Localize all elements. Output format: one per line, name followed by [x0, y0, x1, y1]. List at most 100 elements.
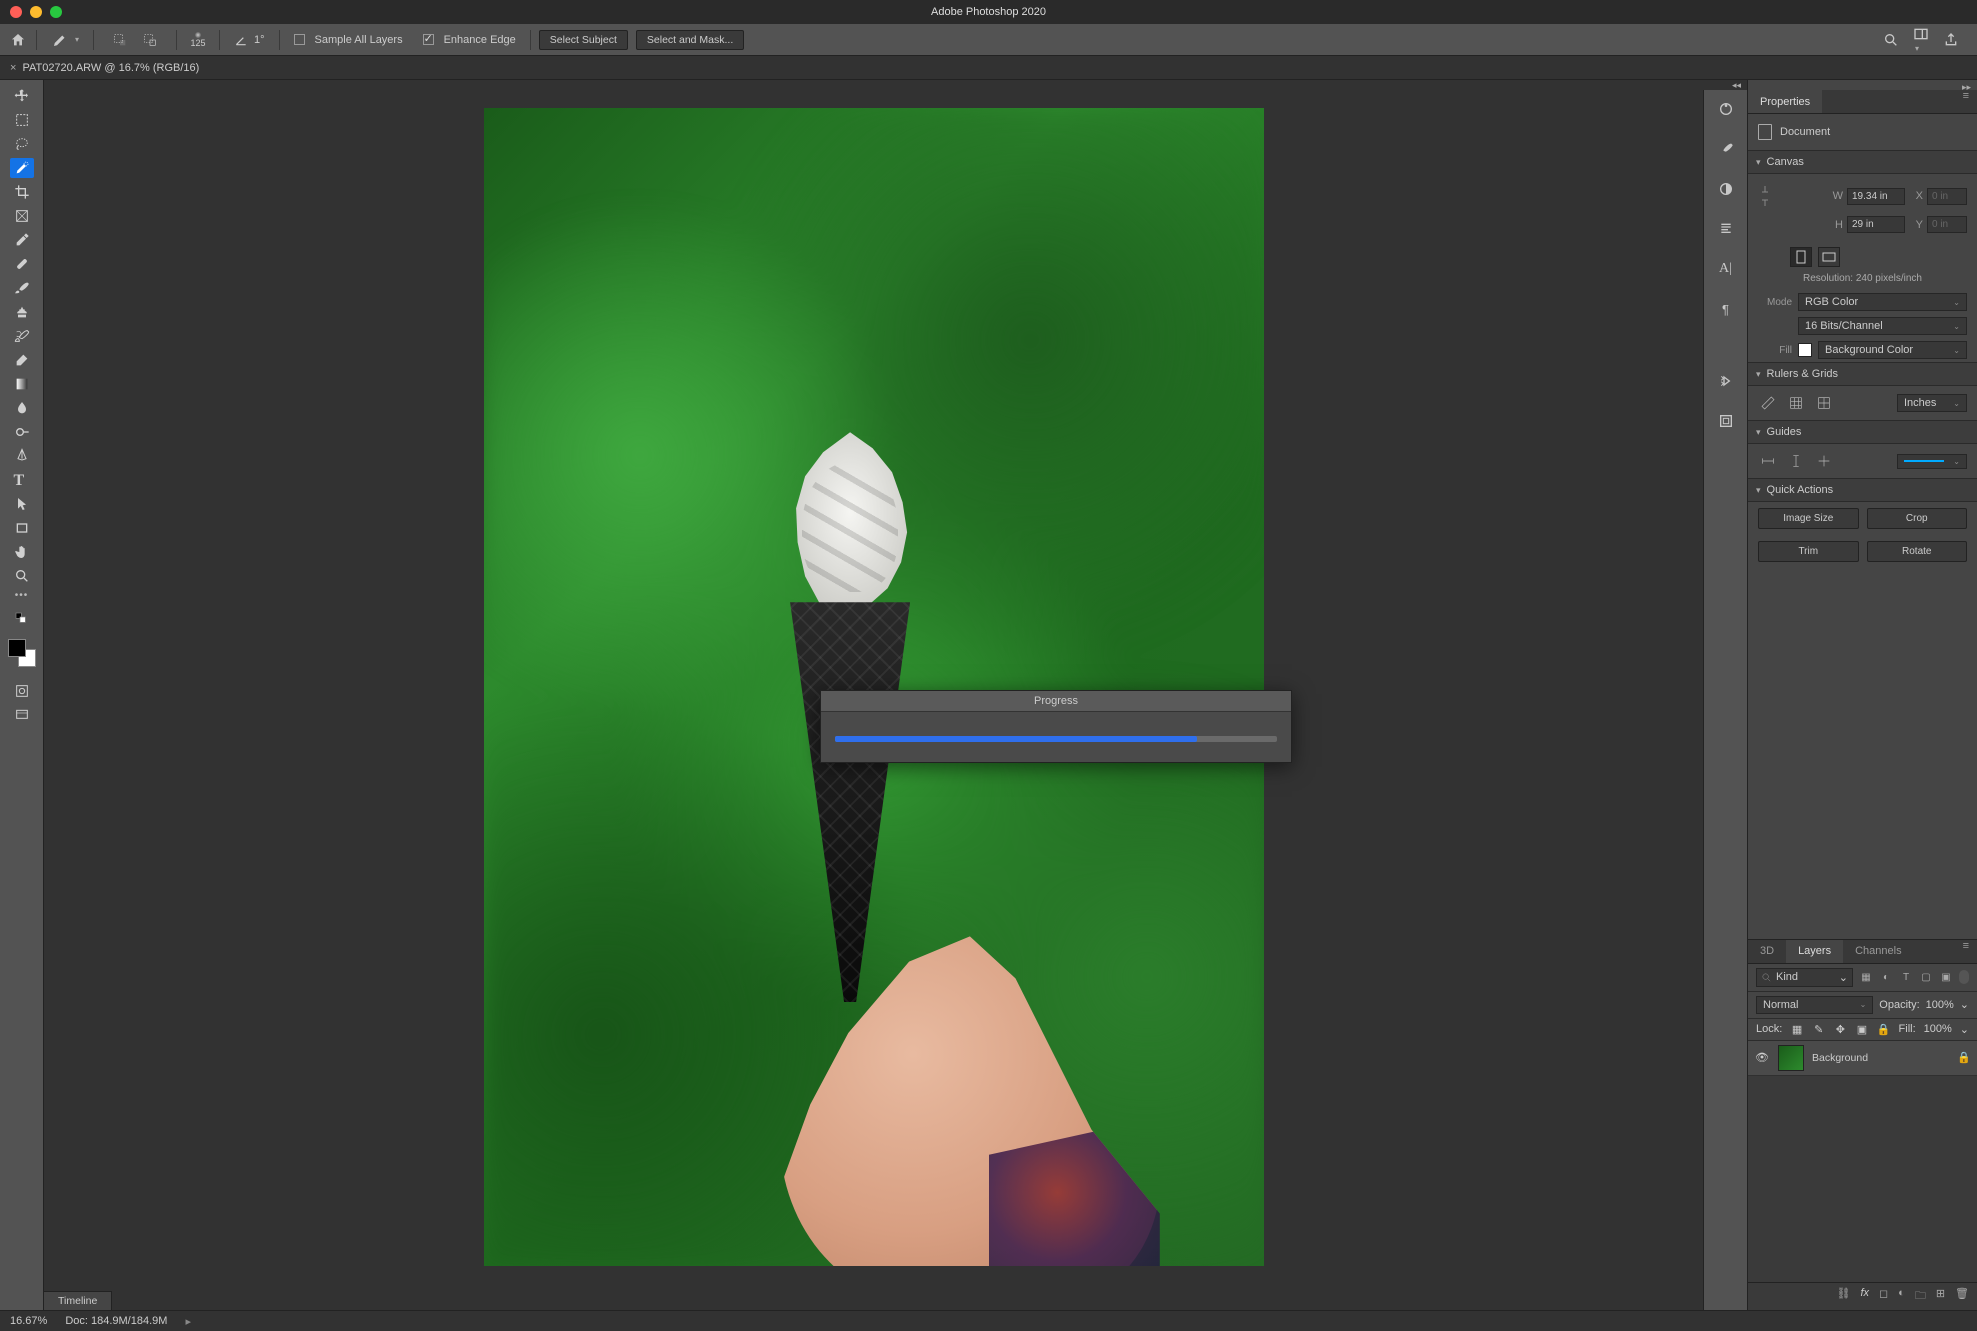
rulers-section-header[interactable]: ▾Rulers & Grids	[1748, 362, 1977, 386]
crop-tool[interactable]	[10, 182, 34, 202]
filter-adjustment-icon[interactable]: ◐	[1879, 970, 1893, 984]
group-icon[interactable]: 🗀	[1915, 1287, 1926, 1306]
ruler-units-dropdown[interactable]: Inches⌄	[1897, 394, 1967, 412]
edit-toolbar-button[interactable]: •••	[15, 590, 29, 601]
sample-all-layers-checkbox[interactable]: Sample All Layers	[288, 34, 409, 46]
filter-toggle[interactable]	[1959, 970, 1969, 984]
blend-mode-dropdown[interactable]: Normal⌄	[1756, 996, 1873, 1014]
width-input[interactable]	[1847, 188, 1905, 205]
delete-layer-icon[interactable]: 🗑	[1955, 1287, 1969, 1306]
guide-both-icon[interactable]	[1814, 452, 1834, 470]
document-tab[interactable]: × PAT02720.ARW @ 16.7% (RGB/16)	[0, 56, 209, 79]
rectangle-tool[interactable]	[10, 518, 34, 538]
select-subject-button[interactable]: Select Subject	[539, 30, 628, 50]
doc-info-arrow-icon[interactable]: ▸	[185, 1315, 191, 1328]
guides-section-header[interactable]: ▾Guides	[1748, 420, 1977, 444]
brush-preset-picker[interactable]: 125	[185, 27, 211, 53]
lock-position-icon[interactable]: ✎	[1812, 1023, 1826, 1036]
layer-filter-kind[interactable]: Kind ⌄	[1756, 968, 1853, 987]
filter-pixel-icon[interactable]: ▦	[1859, 970, 1873, 984]
image-size-button[interactable]: Image Size	[1758, 508, 1859, 529]
canvas-area[interactable]: Progress	[44, 80, 1703, 1310]
search-button[interactable]	[1883, 32, 1899, 48]
adjustment-layer-icon[interactable]: ◐	[1898, 1287, 1905, 1306]
history-brush-tool[interactable]	[10, 326, 34, 346]
lock-move-icon[interactable]: ✥	[1834, 1023, 1848, 1036]
y-input[interactable]	[1927, 216, 1967, 233]
filter-smart-icon[interactable]: ▣	[1939, 970, 1953, 984]
guide-v-icon[interactable]	[1786, 452, 1806, 470]
color-mode-dropdown[interactable]: RGB Color⌄	[1798, 293, 1967, 311]
actions-panel-icon[interactable]	[1715, 370, 1737, 392]
landscape-orientation-button[interactable]	[1818, 247, 1840, 267]
eraser-tool[interactable]	[10, 350, 34, 370]
screen-mode-toggle[interactable]	[10, 705, 34, 725]
layer-thumbnail[interactable]	[1778, 1045, 1804, 1071]
lock-pixels-icon[interactable]: ▦	[1790, 1023, 1804, 1036]
zoom-level[interactable]: 16.67%	[10, 1315, 47, 1327]
layers-panel-menu-icon[interactable]: ≡	[1955, 940, 1977, 963]
character-panel-icon[interactable]: A|	[1715, 258, 1737, 280]
guide-color-dropdown[interactable]: ⌄	[1897, 454, 1967, 469]
blur-tool[interactable]	[10, 398, 34, 418]
close-tab-icon[interactable]: ×	[10, 62, 16, 74]
link-dimensions-icon[interactable]	[1758, 182, 1772, 210]
visibility-toggle-icon[interactable]: 👁	[1754, 1051, 1770, 1064]
filter-shape-icon[interactable]: ▢	[1919, 970, 1933, 984]
lock-all-icon[interactable]: 🔒	[1877, 1023, 1891, 1036]
clone-stamp-tool[interactable]	[10, 302, 34, 322]
timeline-panel-tab[interactable]: Timeline	[44, 1291, 112, 1310]
share-button[interactable]	[1943, 32, 1959, 48]
dock-collapse-arrows[interactable]: ◂◂	[1703, 80, 1747, 90]
quick-selection-tool[interactable]	[10, 158, 34, 178]
gradient-tool[interactable]	[10, 374, 34, 394]
default-colors-icon[interactable]	[10, 609, 34, 629]
home-button[interactable]	[8, 30, 28, 50]
bit-depth-dropdown[interactable]: 16 Bits/Channel⌄	[1798, 317, 1967, 335]
glyphs-panel-icon[interactable]: ¶	[1715, 298, 1737, 320]
x-input[interactable]	[1927, 188, 1967, 205]
tool-preset-picker[interactable]: ▾	[45, 31, 85, 49]
panel-menu-icon[interactable]: ≡	[1955, 90, 1977, 113]
guide-h-icon[interactable]	[1758, 452, 1778, 470]
zoom-tool[interactable]	[10, 566, 34, 586]
adjustments-panel-icon[interactable]	[1715, 178, 1737, 200]
path-selection-tool[interactable]	[10, 494, 34, 514]
hand-tool[interactable]	[10, 542, 34, 562]
fill-value[interactable]: 100%	[1924, 1023, 1952, 1035]
ruler-icon[interactable]	[1758, 394, 1778, 412]
layer-mask-icon[interactable]: ◻	[1879, 1287, 1888, 1306]
portrait-orientation-button[interactable]	[1790, 247, 1812, 267]
trim-button[interactable]: Trim	[1758, 541, 1859, 562]
filter-type-icon[interactable]: T	[1899, 970, 1913, 984]
grid-icon[interactable]	[1786, 394, 1806, 412]
add-to-selection-icon[interactable]	[108, 30, 132, 50]
lasso-tool[interactable]	[10, 134, 34, 154]
3d-tab[interactable]: 3D	[1748, 940, 1786, 963]
spot-healing-tool[interactable]	[10, 254, 34, 274]
quick-mask-toggle[interactable]	[10, 681, 34, 701]
select-and-mask-button[interactable]: Select and Mask...	[636, 30, 744, 50]
fill-dropdown[interactable]: Background Color⌄	[1818, 341, 1967, 359]
doc-info[interactable]: Doc: 184.9M/184.9M	[65, 1315, 167, 1327]
fill-color-swatch[interactable]	[1798, 343, 1812, 357]
maximize-window-button[interactable]	[50, 6, 62, 18]
layer-row[interactable]: 👁 Background 🔒	[1748, 1041, 1977, 1076]
color-swatches[interactable]	[8, 639, 36, 667]
close-window-button[interactable]	[10, 6, 22, 18]
rotate-button[interactable]: Rotate	[1867, 541, 1968, 562]
foreground-color[interactable]	[8, 639, 26, 657]
color-panel-icon[interactable]	[1715, 98, 1737, 120]
panels-collapse-arrows[interactable]: ▸▸	[1748, 80, 1977, 90]
libraries-panel-icon[interactable]	[1715, 410, 1737, 432]
canvas-section-header[interactable]: ▾Canvas	[1748, 150, 1977, 174]
subtract-from-selection-icon[interactable]	[138, 30, 162, 50]
crop-button[interactable]: Crop	[1867, 508, 1968, 529]
angle-control[interactable]: 1°	[228, 33, 271, 47]
quick-actions-section-header[interactable]: ▾Quick Actions	[1748, 478, 1977, 502]
pen-tool[interactable]	[10, 446, 34, 466]
workspace-switcher[interactable]: ▾	[1913, 26, 1929, 54]
layer-style-icon[interactable]: fx	[1860, 1287, 1869, 1306]
enhance-edge-checkbox[interactable]: Enhance Edge	[417, 34, 522, 46]
marquee-tool[interactable]	[10, 110, 34, 130]
